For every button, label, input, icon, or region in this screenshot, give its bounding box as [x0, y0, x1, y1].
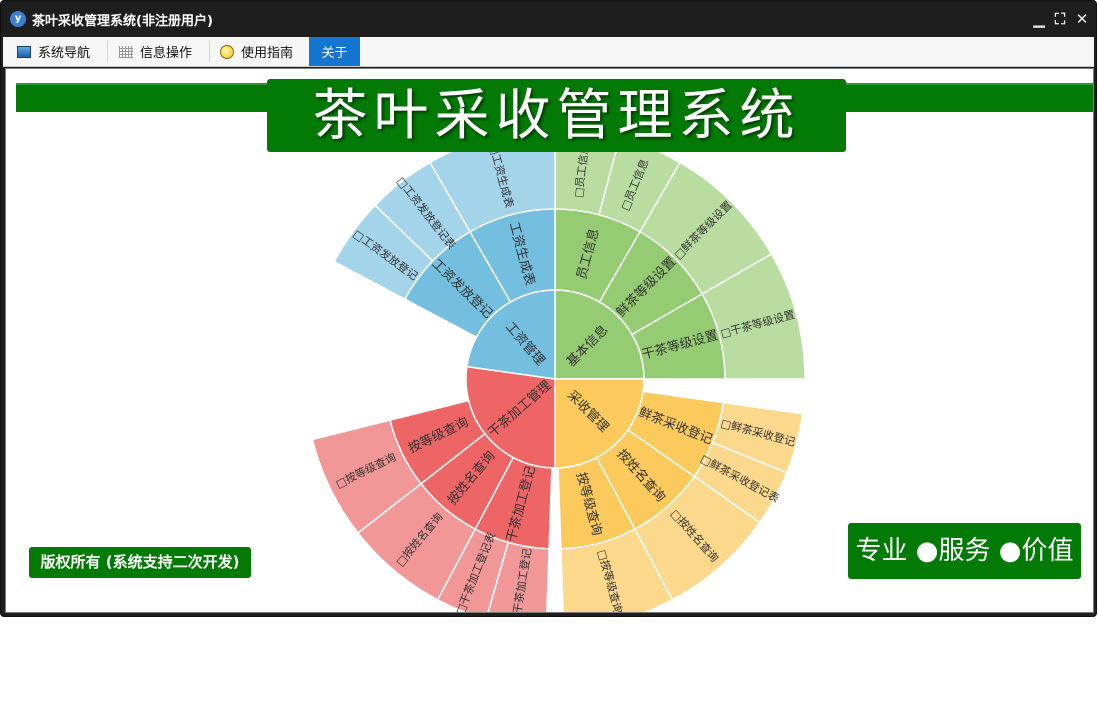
tab-divider	[107, 41, 108, 62]
tab-about[interactable]: 关于	[309, 37, 360, 66]
tab-label: 使用指南	[241, 46, 294, 61]
tab-divider	[209, 41, 210, 62]
app-window: y 茶叶采收管理系统(非注册用户) ▁ ⛶ ✕ 系统导航 信息操作 使用指南 关…	[0, 0, 1097, 617]
system-title-banner: 茶叶采收管理系统	[267, 79, 846, 152]
tab-system-navigation[interactable]: 系统导航	[17, 37, 105, 66]
app-logo-icon: y	[10, 11, 26, 27]
title-bar[interactable]: y 茶叶采收管理系统(非注册用户) ▁ ⛶ ✕	[1, 1, 1096, 37]
lightbulb-icon	[220, 44, 234, 59]
window-title: 茶叶采收管理系统(非注册用户)	[32, 14, 213, 29]
tab-user-guide[interactable]: 使用指南	[220, 37, 308, 66]
grid-icon	[119, 45, 133, 58]
slogan-badge: 专业 ●服务 ●价值	[848, 523, 1081, 579]
restore-button[interactable]: ⛶	[1050, 9, 1070, 29]
tab-label: 系统导航	[38, 46, 91, 61]
main-content: 基本信息 员工信息 □员工信息 □员工信息 鲜茶等级设置 □鲜茶等级设置 干茶等级设置 □干茶…	[5, 68, 1094, 613]
minimize-button[interactable]: ▁	[1029, 9, 1049, 29]
close-button[interactable]: ✕	[1072, 9, 1092, 29]
menu-bar: 系统导航 信息操作 使用指南 关于	[3, 37, 1094, 67]
tab-label: 关于	[321, 46, 348, 61]
tab-info-operations[interactable]: 信息操作	[119, 37, 207, 66]
tab-label: 信息操作	[140, 46, 193, 61]
monitor-icon	[17, 45, 31, 58]
copyright-badge: 版权所有 (系统支持二次开发)	[29, 547, 251, 578]
